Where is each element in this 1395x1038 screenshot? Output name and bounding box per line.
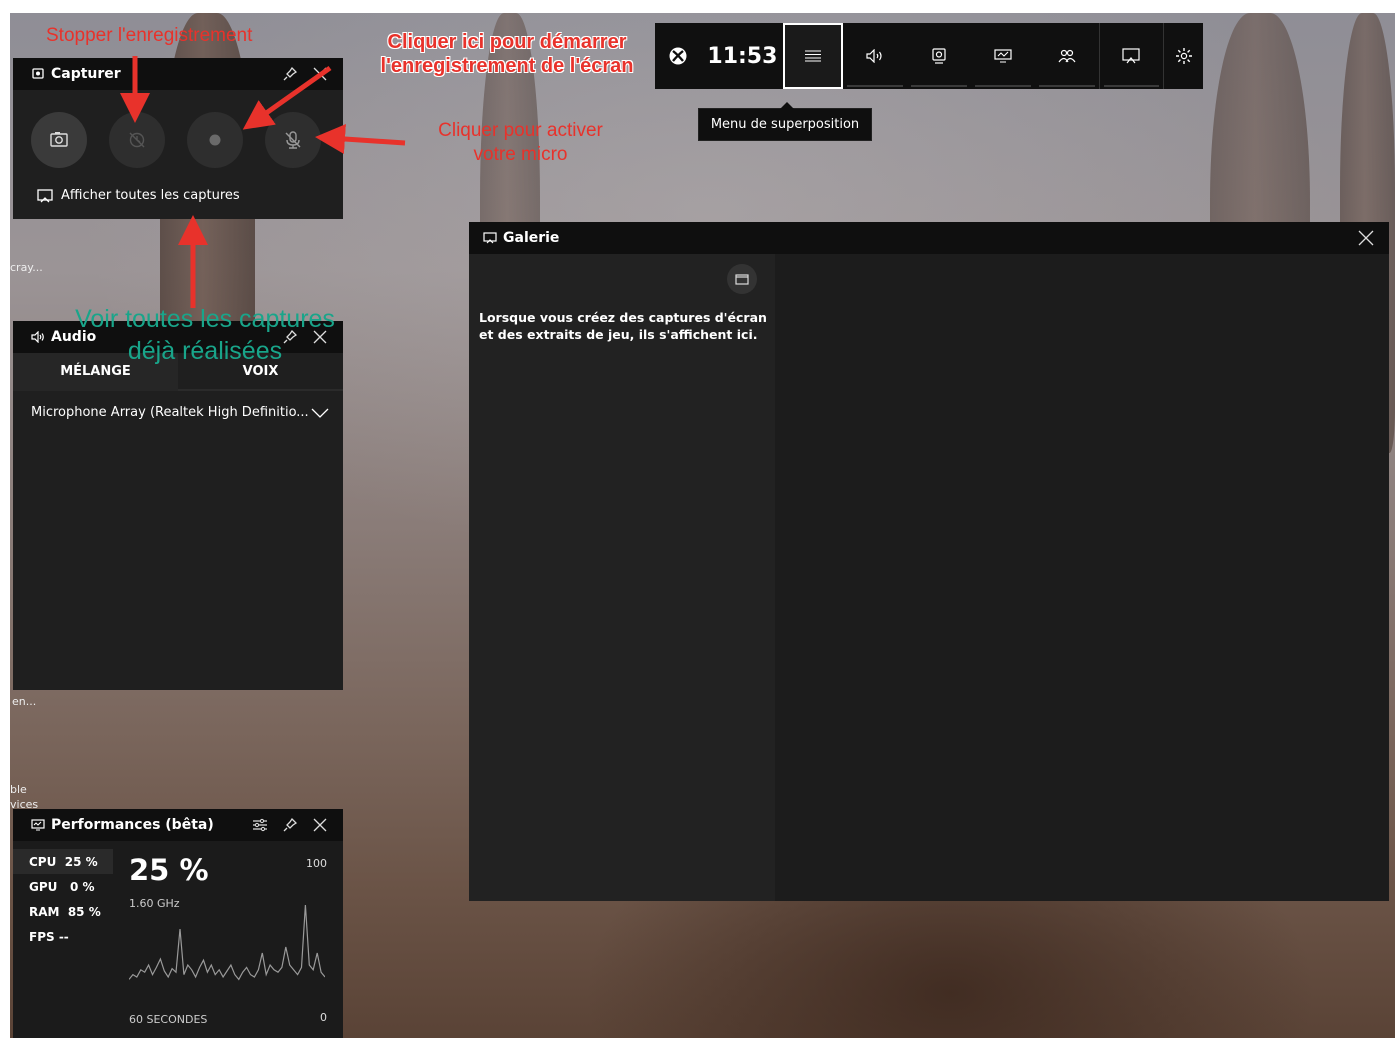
capture-buttons	[13, 90, 343, 168]
open-folder-button[interactable]	[727, 264, 757, 294]
history-icon	[129, 132, 145, 148]
show-all-captures-label: Afficher toutes les captures	[61, 188, 240, 203]
menu-icon	[805, 50, 822, 62]
gallery-icon	[37, 188, 53, 202]
settings-button[interactable]	[1164, 23, 1203, 89]
xbox-button[interactable]	[655, 23, 701, 89]
pin-icon[interactable]	[277, 61, 303, 87]
social-widget-button[interactable]	[1035, 23, 1099, 89]
gallery-icon	[1122, 48, 1141, 64]
pin-icon[interactable]	[277, 812, 303, 838]
record-last-button[interactable]	[109, 112, 165, 168]
annotation-stop-recording: Stopper l'enregistrement	[46, 25, 253, 46]
gallery-empty-message: Lorsque vous créez des captures d'écran …	[479, 310, 767, 342]
overlay-menu-tooltip: Menu de superposition	[698, 102, 872, 141]
close-icon[interactable]	[307, 812, 333, 838]
audio-icon	[866, 49, 882, 63]
gallery-header: Galerie	[469, 222, 1389, 254]
record-icon	[209, 134, 221, 146]
options-icon[interactable]	[247, 812, 273, 838]
folder-icon	[735, 274, 749, 285]
stat-list: CPU 25 % GPU 0 % RAM 85 % FPS --	[13, 849, 113, 949]
capture-title: Capturer	[51, 66, 121, 82]
microphone-device-label: Microphone Array (Realtek High Definitio…	[31, 405, 309, 420]
desktop-background: cray... en... ble vices Capturer Affiche…	[10, 13, 1395, 1038]
graph-time-label: 60 SECONDES	[129, 1013, 208, 1026]
capture-widget-button[interactable]	[907, 23, 971, 89]
performance-title: Performances (bêta)	[51, 817, 214, 833]
capture-widget: Capturer Afficher toutes les captures	[13, 58, 343, 219]
performance-icon	[31, 818, 45, 832]
chevron-down-icon	[311, 408, 329, 418]
desktop-label: ble	[10, 783, 27, 796]
stat-ram[interactable]: RAM 85 %	[13, 899, 113, 924]
camera-icon	[50, 132, 68, 147]
performance-icon	[994, 49, 1012, 63]
audio-widget: Audio MÉLANGE VOIX Microphone Array (Rea…	[13, 321, 343, 690]
stat-gpu[interactable]: GPU 0 %	[13, 874, 113, 899]
gallery-widget: Galerie Lorsque vous créez des captures …	[469, 222, 1389, 901]
speaker-icon	[31, 330, 45, 344]
performance-widget-button[interactable]	[971, 23, 1035, 89]
social-icon	[1058, 49, 1076, 63]
stat-fps[interactable]: FPS --	[13, 924, 113, 949]
screenshot-button[interactable]	[31, 112, 87, 168]
microphone-select[interactable]: Microphone Array (Realtek High Definitio…	[13, 391, 343, 420]
xbox-icon	[669, 47, 687, 65]
gallery-title: Galerie	[503, 230, 560, 246]
audio-widget-button[interactable]	[843, 23, 907, 89]
annotation-start-recording: Cliquer ici pour démarrer l'enregistreme…	[380, 31, 634, 77]
capture-header: Capturer	[13, 58, 343, 90]
annotation-activate-mic: Cliquer pour activer votre micro	[438, 120, 603, 165]
annotation-view-captures: Voir toutes les captures déjà réalisées	[75, 305, 335, 365]
clock: 11:53	[707, 43, 778, 69]
stat-cpu[interactable]: CPU 25 %	[13, 849, 113, 874]
capture-icon	[31, 67, 45, 81]
microphone-toggle-button[interactable]	[265, 112, 321, 168]
gallery-list: Lorsque vous créez des captures d'écran …	[469, 254, 775, 901]
performance-widget: Performances (bêta) CPU 25 % GPU 0 % RAM…	[13, 809, 343, 1038]
capture-icon	[932, 48, 946, 64]
gallery-icon	[483, 231, 497, 245]
performance-header: Performances (bêta)	[13, 809, 343, 841]
graph-min-label: 0	[320, 1011, 327, 1024]
desktop-label: en...	[12, 695, 37, 708]
overlay-menu-button[interactable]	[783, 23, 844, 89]
mic-off-icon	[285, 131, 301, 149]
gear-icon	[1175, 48, 1192, 64]
close-icon[interactable]	[1353, 225, 1379, 251]
game-bar: 11:53	[655, 23, 1203, 89]
desktop-label: cray...	[10, 261, 43, 274]
show-all-captures-link[interactable]: Afficher toutes les captures	[13, 168, 343, 203]
close-icon[interactable]	[307, 61, 333, 87]
cpu-graph	[129, 904, 325, 981]
start-recording-button[interactable]	[187, 112, 243, 168]
performance-body: CPU 25 % GPU 0 % RAM 85 % FPS -- 25 % 1.…	[13, 841, 343, 1038]
cpu-history-line	[129, 904, 325, 981]
gallery-widget-button[interactable]	[1100, 23, 1164, 89]
